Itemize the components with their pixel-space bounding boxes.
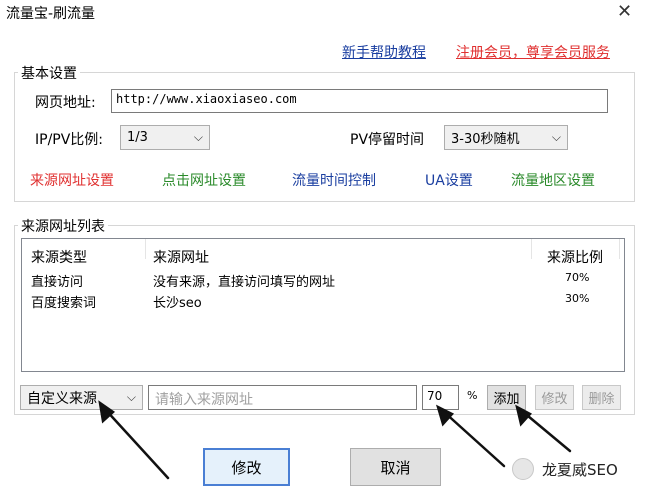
annotation-arrows	[98, 400, 572, 480]
arrow-head-icon	[435, 404, 455, 427]
arrow-to-ratio	[441, 409, 506, 468]
arrow-to-source-type	[102, 406, 170, 480]
arrow-to-add	[520, 409, 572, 453]
arrow-head-icon	[98, 400, 116, 424]
arrow-head-icon	[515, 404, 532, 427]
